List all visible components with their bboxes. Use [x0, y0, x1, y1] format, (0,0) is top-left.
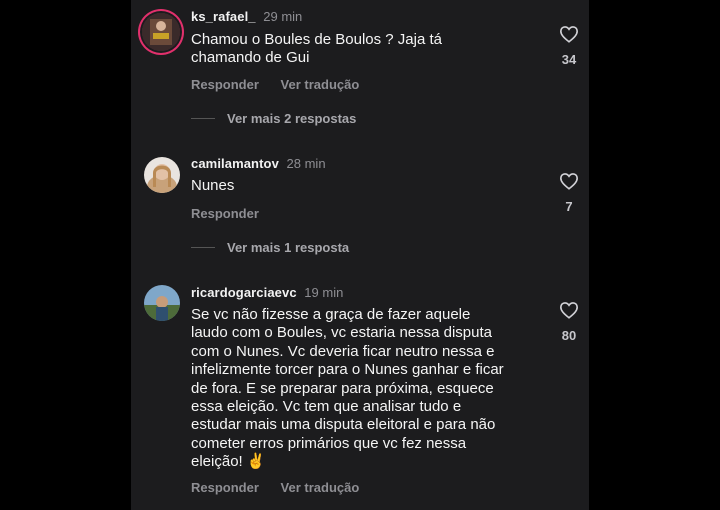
comment-header: ricardogarciaevc 19 min	[191, 285, 343, 300]
comment-line: Chamou o Boules de Boulos ? Jaja tá	[191, 31, 442, 48]
comment-time: 19 min	[304, 285, 344, 300]
translate-button[interactable]: Ver tradução	[281, 480, 360, 495]
comment-actions: Responder	[191, 206, 277, 221]
like-control: 7	[553, 172, 585, 214]
comment-line: de fora. E se preparar para próxima, esq…	[191, 379, 494, 397]
heart-outline-icon[interactable]	[559, 25, 579, 43]
like-count: 34	[561, 52, 577, 67]
comment-text: Chamou o Boules de Boulos ? Jaja tá cham…	[191, 31, 531, 68]
username[interactable]: camilamantov	[191, 156, 279, 171]
avatar[interactable]	[144, 285, 180, 321]
reply-button[interactable]: Responder	[191, 480, 259, 495]
like-control: 34	[553, 25, 585, 67]
like-count: 80	[561, 328, 577, 343]
view-replies-button[interactable]: Ver mais 1 resposta	[191, 240, 349, 255]
comment-header: ks_rafael_ 29 min	[191, 9, 302, 24]
comment-actions: Responder Ver tradução	[191, 480, 377, 495]
comment-line: Se vc não fizesse a graça de fazer aquel…	[191, 306, 471, 323]
comment-time: 28 min	[286, 156, 326, 171]
comment-line: laudo com o Boules, vc estaria nessa dis…	[191, 324, 493, 342]
view-replies-label: Ver mais 1 resposta	[227, 240, 350, 255]
translate-button[interactable]: Ver tradução	[281, 77, 360, 92]
replies-divider	[191, 118, 215, 119]
comment-line: eleição! ✌️	[191, 453, 266, 471]
comment-line: essa eleição. Vc tem que analisar tudo e	[191, 398, 462, 416]
comment-line: Nunes	[191, 177, 235, 194]
like-count: 7	[565, 199, 573, 214]
like-control: 80	[553, 301, 585, 343]
comment-time: 29 min	[263, 9, 303, 24]
heart-outline-icon[interactable]	[559, 172, 579, 190]
comment-line: cometer erros primários que vc fez nessa	[191, 434, 467, 452]
view-replies-label: Ver mais 2 respostas	[227, 111, 357, 126]
comments-panel: ks_rafael_ 29 min Chamou o Boules de Bou…	[131, 0, 589, 510]
comment-line: estudar mais uma disputa eleitoral e par…	[191, 416, 496, 434]
comment-text: Se vc não fizesse a graça de fazer aquel…	[191, 306, 531, 472]
comment-line: com o Nunes. Vc deveria ficar neutro nes…	[191, 342, 495, 360]
view-replies-button[interactable]: Ver mais 2 respostas	[191, 111, 356, 126]
comment-line: infelizmente torcer para o Nunes ganhar …	[191, 361, 504, 379]
replies-divider	[191, 247, 215, 248]
reply-button[interactable]: Responder	[191, 77, 259, 92]
comment-line: chamando de Gui	[191, 49, 310, 67]
username[interactable]: ricardogarciaevc	[191, 285, 297, 300]
reply-button[interactable]: Responder	[191, 206, 259, 221]
avatar[interactable]	[142, 13, 180, 51]
username[interactable]: ks_rafael_	[191, 9, 256, 24]
comment-header: camilamantov 28 min	[191, 156, 326, 171]
comment-actions: Responder Ver tradução	[191, 77, 377, 92]
heart-outline-icon[interactable]	[559, 301, 579, 319]
comment-text: Nunes	[191, 177, 531, 195]
avatar[interactable]	[144, 157, 180, 193]
